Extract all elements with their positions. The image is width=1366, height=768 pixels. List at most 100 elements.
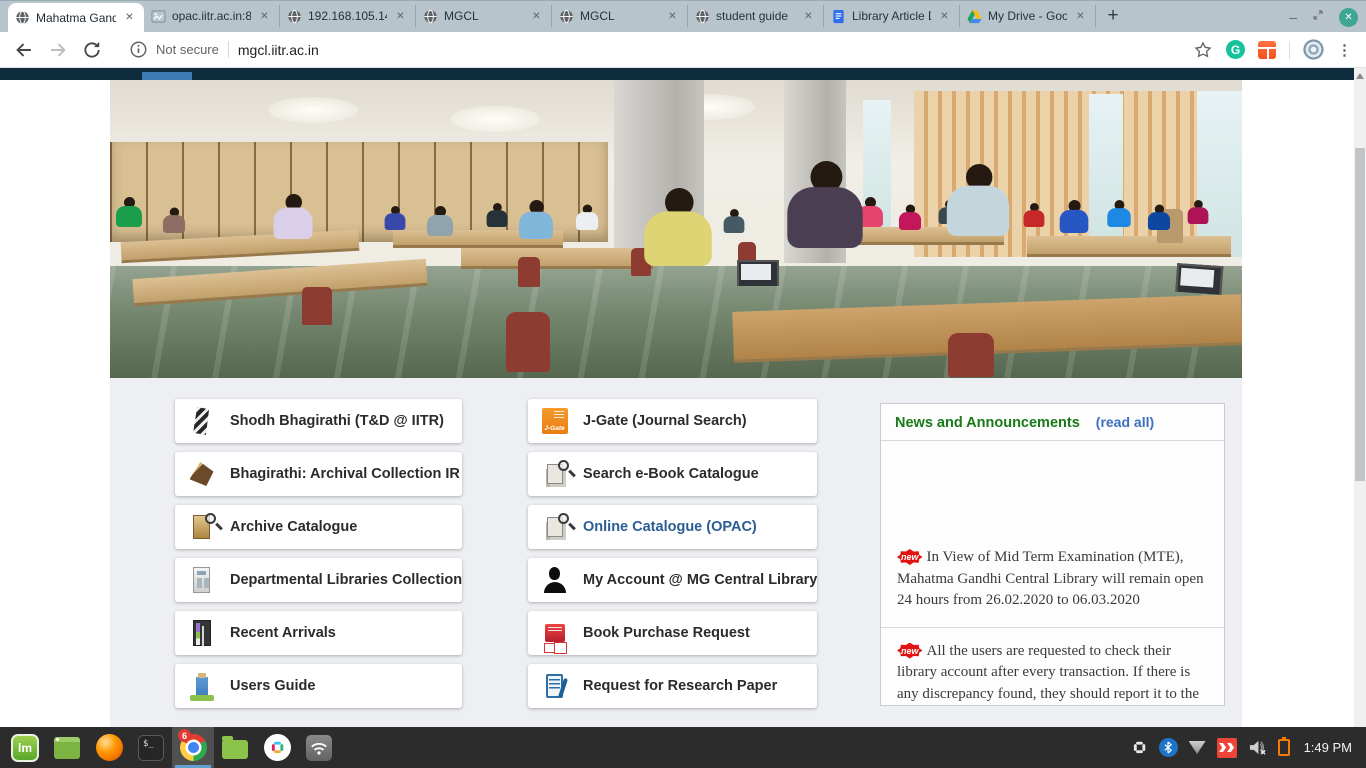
tab-title: MGCL [444,9,523,23]
toolbar-right-icons: G ⋮ [1193,39,1354,60]
profile-avatar[interactable] [1303,39,1324,60]
archival-book-icon [188,458,215,490]
research-paper-icon [541,670,568,702]
reload-button[interactable] [80,38,104,62]
link-research-paper-request[interactable]: Request for Research Paper [528,664,817,708]
slack-icon [264,734,291,761]
tab-library-article[interactable]: Library Article D ✕ [824,5,960,27]
show-desktop-button[interactable] [46,727,88,768]
photo-table [1027,236,1231,257]
link-jgate[interactable]: J-Gate J-Gate (Journal Search) [528,399,817,443]
file-manager-launcher[interactable] [214,727,256,768]
photo-person [1148,204,1170,230]
screenshot-extension-icon[interactable] [1258,41,1276,59]
desktop-taskbar: lm $_ 6 1:49 PM [0,727,1366,768]
address-bar[interactable]: Not secure mgcl.iitr.ac.in [130,41,1183,58]
page-scrollbar[interactable] [1354,68,1366,727]
battery-icon[interactable] [1278,739,1290,756]
news-read-all-link[interactable]: (read all) [1096,414,1154,430]
tab-close-icon[interactable]: ✕ [665,9,680,24]
book-purchase-icon [541,617,568,649]
tab-mahatma-gandhi[interactable]: Mahatma Gand ✕ [8,3,144,32]
tab-title: MGCL [580,9,659,23]
quick-links-left-column: Shodh Bhagirathi (T&D @ IITR) Bhagirathi… [175,399,462,717]
link-my-account[interactable]: My Account @ MG Central Library [528,558,817,602]
bookshelf-icon [188,617,215,649]
google-docs-favicon-icon [831,9,846,24]
google-drive-favicon-icon [967,9,982,24]
photo-person [1188,200,1209,224]
anydesk-tray-icon[interactable] [1217,738,1237,758]
user-account-icon [541,564,568,596]
tab-title: Library Article D [852,9,931,23]
security-label[interactable]: Not secure [156,42,219,57]
tab-my-drive[interactable]: My Drive - Goog ✕ [960,5,1096,27]
content-area: Shodh Bhagirathi (T&D @ IITR) Bhagirathi… [110,378,1242,727]
slack-tray-icon[interactable] [1131,739,1148,756]
link-shodh-bhagirathi[interactable]: Shodh Bhagirathi (T&D @ IITR) [175,399,462,443]
link-departmental-libraries[interactable]: Departmental Libraries Collection [175,558,462,602]
url-divider [228,41,229,58]
slack-launcher[interactable] [256,727,298,768]
bluetooth-icon[interactable] [1159,738,1178,757]
globe-favicon-icon [423,9,438,24]
terminal-icon: $_ [138,735,164,761]
tab-close-icon[interactable]: ✕ [529,9,544,24]
forward-button[interactable] [46,38,70,62]
departmental-kiosk-icon [188,564,215,596]
tab-close-icon[interactable]: ✕ [937,9,952,24]
close-window-button[interactable]: ✕ [1339,8,1358,27]
link-recent-arrivals[interactable]: Recent Arrivals [175,611,462,655]
tab-mgcl-2[interactable]: MGCL ✕ [552,5,688,27]
scrollbar-up-arrow[interactable] [1356,73,1364,79]
grammarly-extension-icon[interactable]: G [1226,40,1245,59]
linux-mint-icon: lm [11,734,39,762]
bookmark-star-icon[interactable] [1193,40,1213,60]
tab-close-icon[interactable]: ✕ [393,9,408,24]
tab-close-icon[interactable]: ✕ [122,10,137,25]
tab-close-icon[interactable]: ✕ [801,9,816,24]
photo-person-foreground [644,188,712,266]
link-bhagirathi-archival[interactable]: Bhagirathi: Archival Collection IR [175,452,462,496]
photo-person [384,206,405,230]
tab-close-icon[interactable]: ✕ [257,9,272,24]
minimize-button[interactable]: – [1289,12,1297,22]
photo-person [116,197,142,227]
photo-person [519,200,553,239]
chrome-launcher[interactable]: 6 [172,727,214,768]
news-item: newAll the users are requested to check … [881,627,1224,707]
link-archive-catalogue[interactable]: Archive Catalogue [175,505,462,549]
site-header-bar [0,68,1354,80]
link-ebook-catalogue[interactable]: Search e-Book Catalogue [528,452,817,496]
tab-close-icon[interactable]: ✕ [1073,9,1088,24]
network-tray-icon[interactable] [1189,741,1206,754]
info-icon[interactable] [130,41,147,58]
tab-student-guide[interactable]: student guide ✕ [688,5,824,27]
taskbar-clock[interactable]: 1:49 PM [1304,740,1352,755]
photo-person [724,209,745,233]
volume-muted-icon[interactable] [1248,739,1267,756]
new-badge: new [897,643,923,659]
new-tab-button[interactable]: + [1098,4,1128,28]
network-app-launcher[interactable] [298,727,340,768]
url-text[interactable]: mgcl.iitr.ac.in [238,42,319,58]
scrollbar-thumb[interactable] [1355,148,1365,481]
restore-button[interactable] [1312,8,1324,26]
tab-ip-address[interactable]: 192.168.105.14 ✕ [280,5,416,27]
link-online-catalogue-opac[interactable]: Online Catalogue (OPAC) [528,505,817,549]
news-panel-header: News and Announcements (read all) [881,404,1224,441]
tab-title: My Drive - Goog [988,9,1067,23]
firefox-launcher[interactable] [88,727,130,768]
browser-tab-bar: Mahatma Gand ✕ opac.iitr.ac.in:8 ✕ 192.1… [0,0,1366,32]
mint-menu-button[interactable]: lm [4,727,46,768]
tab-mgcl-1[interactable]: MGCL ✕ [416,5,552,27]
link-users-guide[interactable]: Users Guide [175,664,462,708]
back-button[interactable] [12,38,36,62]
terminal-launcher[interactable]: $_ [130,727,172,768]
photo-laptop [733,260,779,290]
tab-opac[interactable]: opac.iitr.ac.in:8 ✕ [144,5,280,27]
browser-menu-icon[interactable]: ⋮ [1337,41,1352,59]
news-item-text: In View of Mid Term Examination (MTE), M… [897,549,1204,608]
photo-chair [506,312,550,372]
link-book-purchase-request[interactable]: Book Purchase Request [528,611,817,655]
